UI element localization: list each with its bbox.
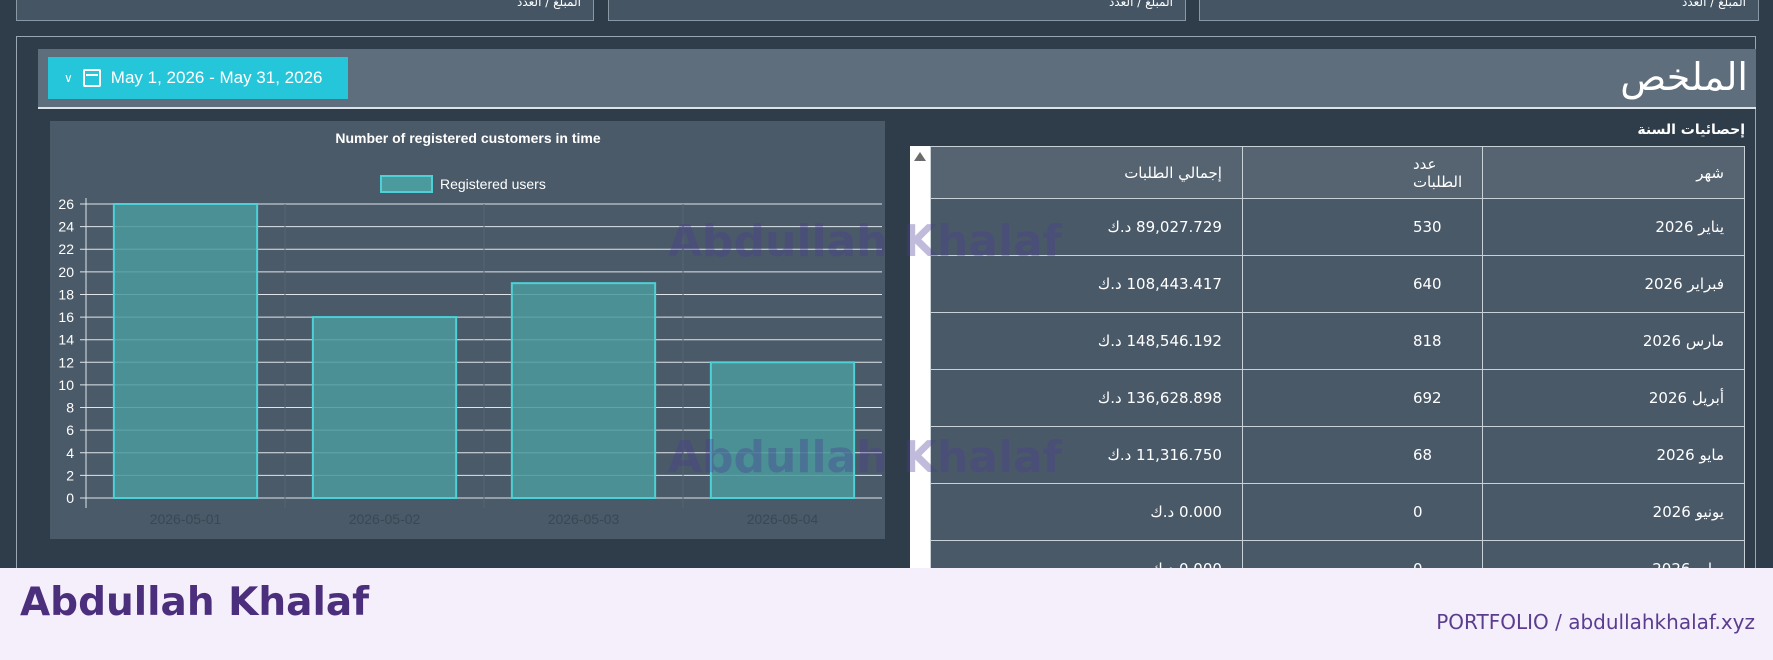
x-tick-label: 2026-05-01 (150, 511, 222, 527)
cell-total: 0.000 د.ك (930, 540, 1243, 570)
stat-card-1: المبلغ / العدد (1199, 0, 1759, 21)
scroll-up-icon[interactable] (914, 152, 926, 161)
cell-total: 0.000 د.ك (930, 483, 1243, 541)
cell-month: مايو 2026 (1482, 426, 1745, 484)
y-tick-label: 16 (58, 309, 74, 325)
cell-total: 136,628.898 د.ك (930, 369, 1243, 427)
y-tick-label: 18 (58, 286, 74, 302)
cell-count: 818 (1241, 312, 1484, 370)
y-tick-label: 12 (58, 354, 74, 370)
y-tick-label: 4 (66, 445, 74, 461)
stat-card-label: المبلغ / العدد (516, 0, 581, 9)
chart-title: Number of registered customers in time (335, 130, 601, 146)
column-header-total[interactable]: إجمالي الطلبات (930, 146, 1243, 199)
bar (709, 361, 856, 499)
stat-card-label: المبلغ / العدد (1108, 0, 1173, 9)
x-tick-label: 2026-05-03 (548, 511, 620, 527)
y-tick-label: 14 (58, 332, 74, 348)
cell-month: يناير 2026 (1482, 198, 1745, 256)
legend-label: Registered users (440, 176, 546, 192)
cell-count: 530 (1241, 198, 1484, 256)
year-stats-table: شهر عدد الطلبات إجمالي الطلبات يناير 202… (930, 146, 1745, 570)
portfolio-footer: Abdullah Khalaf PORTFOLIO / abdullahkhal… (0, 568, 1773, 660)
y-tick-label: 10 (58, 377, 74, 393)
stat-card-label: المبلغ / العدد (1681, 0, 1746, 9)
table-row: فبراير 2026 640 108,443.417 د.ك (930, 255, 1745, 313)
cell-count: 0 (1241, 483, 1484, 541)
cell-month: فبراير 2026 (1482, 255, 1745, 313)
table-header-row: شهر عدد الطلبات إجمالي الطلبات (930, 146, 1745, 199)
legend-swatch (380, 175, 433, 193)
table-row: يناير 2026 530 89,027.729 د.ك (930, 198, 1745, 256)
y-tick-label: 6 (66, 422, 74, 438)
cell-total: 148,546.192 د.ك (930, 312, 1243, 370)
cell-total: 108,443.417 د.ك (930, 255, 1243, 313)
portfolio-link[interactable]: PORTFOLIO / abdullahkhalaf.xyz (1436, 610, 1755, 634)
x-tick-label: 2026-05-04 (747, 511, 819, 527)
table-row: مارس 2026 818 148,546.192 د.ك (930, 312, 1745, 370)
summary-header: الملخص ∨ May 1, 2026 - May 31, 2026 (38, 49, 1756, 109)
table-scrollbar[interactable] (910, 146, 930, 570)
stat-card-3: المبلغ / العدد (16, 0, 594, 21)
y-tick-label: 0 (66, 490, 74, 506)
table-row: مايو 2026 68 11,316.750 د.ك (930, 426, 1745, 484)
bar (311, 316, 458, 499)
cell-count: 0 (1241, 540, 1484, 570)
column-header-count[interactable]: عدد الطلبات (1241, 146, 1484, 199)
cell-total: 11,316.750 د.ك (930, 426, 1243, 484)
x-tick-label: 2026-05-02 (349, 511, 421, 527)
date-range-picker[interactable]: ∨ May 1, 2026 - May 31, 2026 (48, 57, 348, 99)
y-tick-label: 8 (66, 400, 74, 416)
bar (112, 203, 259, 499)
cell-month: مارس 2026 (1482, 312, 1745, 370)
y-tick-label: 2 (66, 467, 74, 483)
y-tick-label: 20 (58, 264, 74, 280)
chevron-down-icon: ∨ (64, 71, 73, 85)
y-tick-label: 22 (58, 241, 74, 257)
cell-month: يوليو 2026 (1482, 540, 1745, 570)
y-tick-label: 24 (58, 219, 74, 235)
summary-title: الملخص (1620, 55, 1748, 99)
table-row: أبريل 2026 692 136,628.898 د.ك (930, 369, 1745, 427)
bar (510, 282, 657, 499)
cell-total: 89,027.729 د.ك (930, 198, 1243, 256)
table-row: يونيو 2026 0 0.000 د.ك (930, 483, 1745, 541)
chart-canvas: Number of registered customers in time Re… (58, 130, 882, 527)
year-stats-label: إحصائيات السنة (1637, 122, 1745, 138)
year-stats-table-wrap[interactable]: شهر عدد الطلبات إجمالي الطلبات يناير 202… (930, 146, 1745, 570)
date-range-label: May 1, 2026 - May 31, 2026 (110, 68, 323, 87)
cell-month: يونيو 2026 (1482, 483, 1745, 541)
cell-count: 692 (1241, 369, 1484, 427)
table-row: يوليو 2026 0 0.000 د.ك (930, 540, 1745, 570)
calendar-icon (82, 69, 101, 87)
registered-customers-chart: Number of registered customers in time Re… (50, 121, 885, 539)
stat-card-2: المبلغ / العدد (608, 0, 1186, 21)
y-tick-label: 26 (58, 196, 74, 212)
cell-count: 68 (1241, 426, 1484, 484)
column-header-month[interactable]: شهر (1482, 146, 1745, 199)
author-name: Abdullah Khalaf (20, 580, 370, 625)
cell-count: 640 (1241, 255, 1484, 313)
cell-month: أبريل 2026 (1482, 369, 1745, 427)
